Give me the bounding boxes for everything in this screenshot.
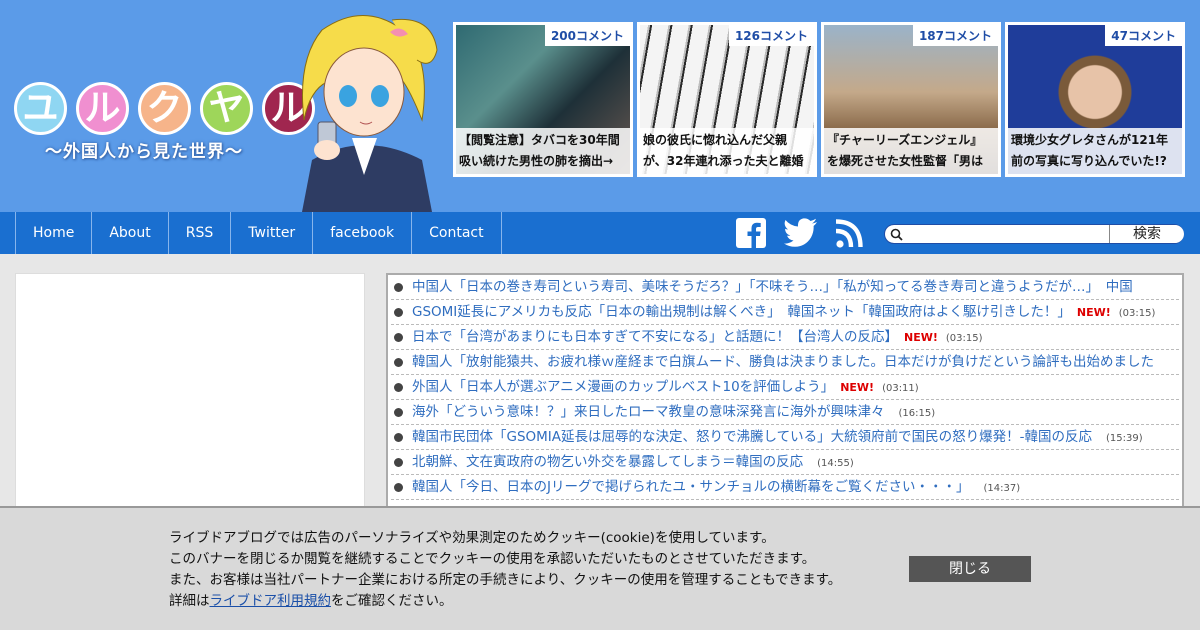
nav-item-home[interactable]: Home <box>16 212 93 254</box>
logo-letter-4: ヤ <box>200 82 253 135</box>
featured-article[interactable]: 47コメント 環境少女グレタさんが121年 前の写真に写り込んでいた!? <box>1005 22 1185 177</box>
site-header: ユ ル ク ヤ ル 〜外国人から見た世界〜 200コメント 【閲覧注意】タバコを… <box>0 0 1200 212</box>
search-bar: 検索 <box>884 224 1184 244</box>
nav-item-contact[interactable]: Contact <box>412 212 502 254</box>
bullet-icon <box>394 383 403 392</box>
comment-count: 187コメント <box>912 25 998 46</box>
article-link[interactable]: 北朝鮮、文在寅政府の物乞い外交を暴露してしまう＝韓国の反応 (14:55) <box>412 450 854 474</box>
article-link[interactable]: 韓国人「放射能猿共、お疲れ様ｗ産経まで白旗ムード、勝負は決まりました。日本だけが… <box>412 350 1168 374</box>
logo-letter-1: ユ <box>14 82 67 135</box>
article-link[interactable]: 日本で「台湾があまりにも日本すぎて不安になる」と話題に！【台湾人の反応】 NEW!… <box>412 325 983 349</box>
featured-article[interactable]: 126コメント 娘の彼氏に惚れ込んだ父親 が、32年連れ添った夫と離婚 <box>637 22 817 177</box>
article-link[interactable]: GSOMI延長にアメリカも反応「日本の輸出規制は解くべき」 韓国ネット「韓国政府… <box>412 300 1155 324</box>
comment-count: 200コメント <box>544 25 630 46</box>
list-item: 韓国人「今日、日本のJリーグで掲げられたユ・サンチョルの横断幕をご覧ください・・… <box>391 475 1179 500</box>
comment-count: 126コメント <box>728 25 814 46</box>
nav-item-rss[interactable]: RSS <box>169 212 232 254</box>
bullet-icon <box>394 408 403 417</box>
article-link[interactable]: 中国人「日本の巻き寿司という寿司、美味そうだろ？」「不味そう…」「私が知ってる巻… <box>412 275 1147 299</box>
rss-icon[interactable] <box>836 218 864 248</box>
list-item: 海外「どういう意味！？」来日したローマ教皇の意味深発言に海外が興味津々 (16:1… <box>391 400 1179 425</box>
nav-item-facebook[interactable]: facebook <box>313 212 413 254</box>
bullet-icon <box>394 433 403 442</box>
bullet-icon <box>394 358 403 367</box>
list-item: 日本で「台湾があまりにも日本すぎて不安になる」と話題に！【台湾人の反応】 NEW!… <box>391 325 1179 350</box>
search-button[interactable]: 検索 <box>1109 225 1184 243</box>
nav-menu: Home About RSS Twitter facebook Contact <box>15 212 502 254</box>
article-link[interactable]: 外国人「日本人が選ぶアニメ漫画のカップルベスト10を評価しよう」 NEW! (03:… <box>412 375 919 399</box>
featured-article[interactable]: 187コメント 『チャーリーズエンジェル』 を爆死させた女性監督「男は <box>821 22 1001 177</box>
list-item: GSOMI延長にアメリカも反応「日本の輸出規制は解くべき」 韓国ネット「韓国政府… <box>391 300 1179 325</box>
sidebar-ad-box <box>15 273 365 513</box>
twitter-icon[interactable] <box>784 218 818 248</box>
comment-count: 47コメント <box>1105 25 1182 46</box>
bullet-icon <box>394 458 403 467</box>
search-icon <box>890 228 903 241</box>
logo-letter-3: ク <box>138 82 191 135</box>
list-item: 韓国人「放射能猿共、お疲れ様ｗ産経まで白旗ムード、勝負は決まりました。日本だけが… <box>391 350 1179 375</box>
article-link[interactable]: 海外「どういう意味！？」来日したローマ教皇の意味深発言に海外が興味津々 (16:1… <box>412 400 935 424</box>
bullet-icon <box>394 333 403 342</box>
mascot-illustration <box>301 15 438 212</box>
terms-link[interactable]: ライブドア利用規約 <box>210 593 332 609</box>
nav-item-about[interactable]: About <box>92 212 169 254</box>
bullet-icon <box>394 483 403 492</box>
bullet-icon <box>394 308 403 317</box>
cookie-banner: ライブドアブログでは広告のパーソナライズや効果測定のためクッキー(cookie)… <box>0 506 1200 630</box>
facebook-icon[interactable] <box>736 218 766 248</box>
logo-subtitle: 〜外国人から見た世界〜 <box>45 142 243 162</box>
logo-letters: ユ ル ク ヤ ル <box>14 82 319 135</box>
site-logo[interactable]: ユ ル ク ヤ ル 〜外国人から見た世界〜 <box>14 82 319 162</box>
logo-letter-2: ル <box>76 82 129 135</box>
featured-caption: 娘の彼氏に惚れ込んだ父親 が、32年連れ添った夫と離婚 <box>640 128 814 174</box>
list-item: 中国人「日本の巻き寿司という寿司、美味そうだろ？」「不味そう…」「私が知ってる巻… <box>391 275 1179 300</box>
article-link[interactable]: 韓国人「今日、日本のJリーグで掲げられたユ・サンチョルの横断幕をご覧ください・・… <box>412 475 1020 499</box>
bullet-icon <box>394 283 403 292</box>
cookie-notice-text: ライブドアブログでは広告のパーソナライズや効果測定のためクッキー(cookie)… <box>169 530 842 609</box>
featured-caption: 環境少女グレタさんが121年 前の写真に写り込んでいた!? <box>1008 128 1182 174</box>
nav-item-twitter[interactable]: Twitter <box>231 212 314 254</box>
search-input[interactable] <box>905 226 1105 242</box>
list-item: 北朝鮮、文在寅政府の物乞い外交を暴露してしまう＝韓国の反応 (14:55) <box>391 450 1179 475</box>
featured-caption: 【閲覧注意】タバコを30年間 吸い続けた男性の肺を摘出→ <box>456 128 630 174</box>
list-item: 外国人「日本人が選ぶアニメ漫画のカップルベスト10を評価しよう」 NEW! (03:… <box>391 375 1179 400</box>
featured-article[interactable]: 200コメント 【閲覧注意】タバコを30年間 吸い続けた男性の肺を摘出→ <box>453 22 633 177</box>
article-feed: 中国人「日本の巻き寿司という寿司、美味そうだろ？」「不味そう…」「私が知ってる巻… <box>386 273 1184 513</box>
article-link[interactable]: 韓国市民団体「GSOMIA延長は屈辱的な決定、怒りで沸騰している」大統領府前で国… <box>412 425 1143 449</box>
list-item: 韓国市民団体「GSOMIA延長は屈辱的な決定、怒りで沸騰している」大統領府前で国… <box>391 425 1179 450</box>
featured-caption: 『チャーリーズエンジェル』 を爆死させた女性監督「男は <box>824 128 998 174</box>
cookie-close-button[interactable]: 閉じる <box>909 556 1031 582</box>
